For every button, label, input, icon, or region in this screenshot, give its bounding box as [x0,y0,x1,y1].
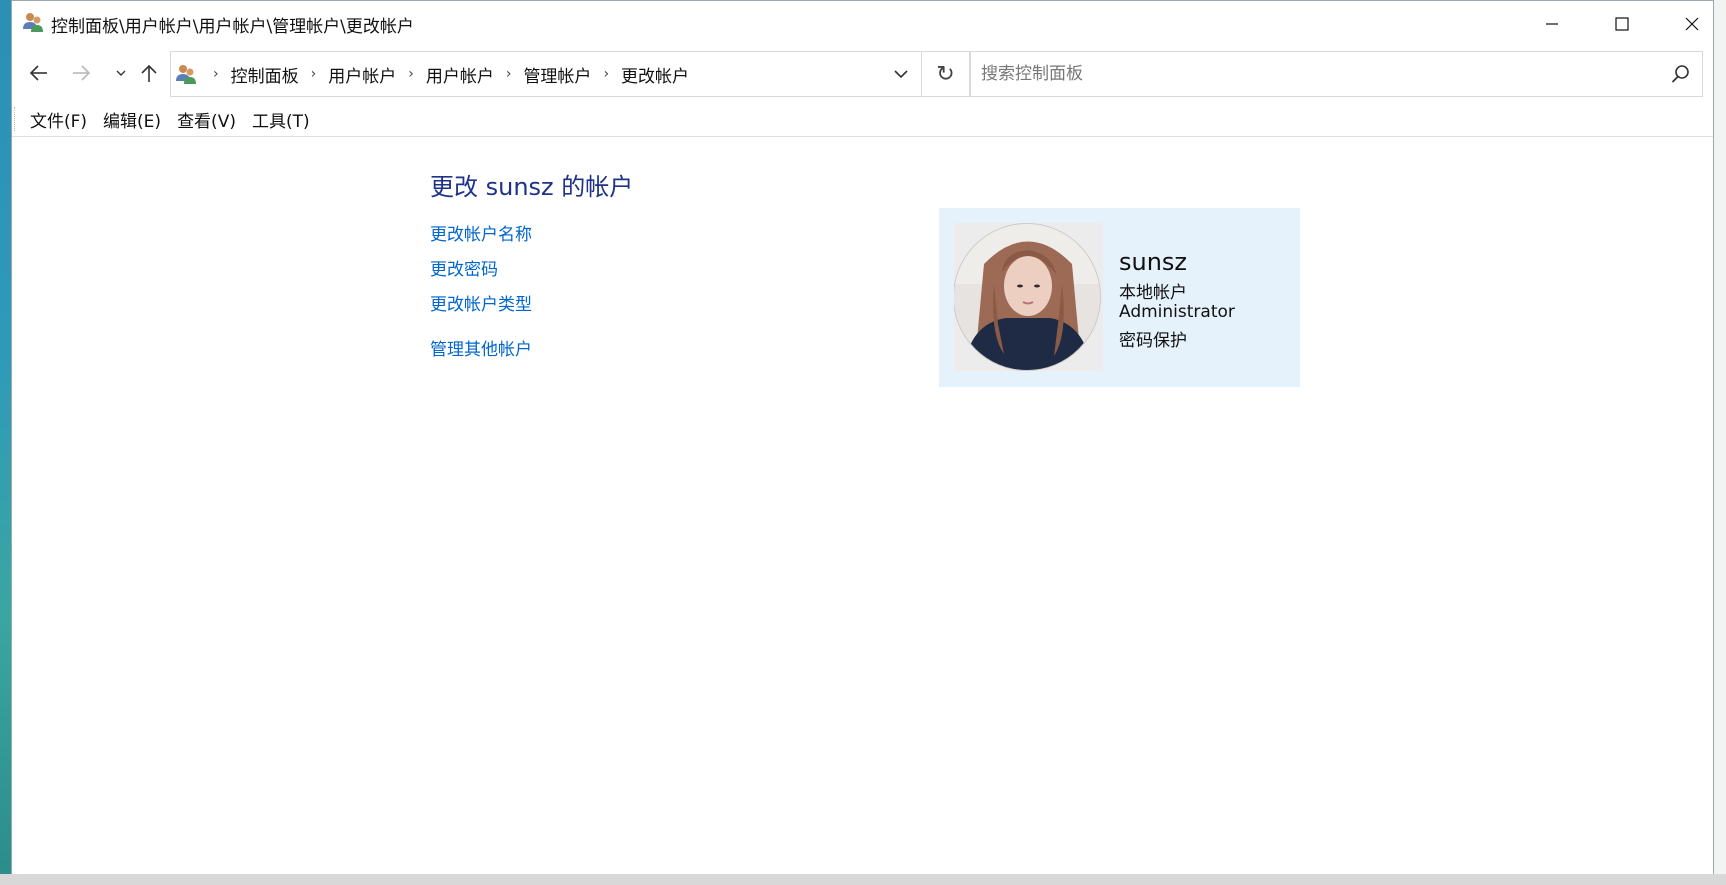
minimize-button[interactable] [1517,1,1587,46]
page-title: 更改 sunsz 的帐户 [430,173,634,201]
account-role: Administrator [1119,302,1235,322]
breadcrumb-separator[interactable]: › [213,66,219,82]
breadcrumb-item[interactable]: 用户帐户 [426,62,494,87]
taskbar-edge [0,874,1726,885]
account-name: sunsz [1119,248,1188,276]
refresh-button[interactable]: ↻ [921,52,969,96]
account-type: 本地帐户 [1119,283,1187,303]
control-panel-window: 控制面板\用户帐户\用户帐户\管理帐户\更改帐户 › 控制面板 › 用户帐户 ›… [11,0,1714,874]
back-button[interactable] [24,58,54,88]
users-icon [175,63,197,85]
password-status: 密码保护 [1119,331,1187,351]
menu-file[interactable]: 文件(F) [30,107,87,132]
avatar-frame [954,223,1103,371]
recent-dropdown-icon [116,70,126,76]
breadcrumb-item[interactable]: 控制面板 [231,62,299,87]
forward-arrow-icon [73,65,91,81]
chevron-down-icon [894,70,908,79]
menu-edit[interactable]: 编辑(E) [103,107,161,132]
forward-button[interactable] [66,58,96,88]
back-arrow-icon [29,65,47,81]
close-icon [1685,17,1699,30]
account-card: sunsz 本地帐户 Administrator 密码保护 [939,208,1300,387]
navigation-bar: › 控制面板 › 用户帐户 › 用户帐户 › 管理帐户 › 更改帐户 ↻ [12,46,1713,102]
window-title: 控制面板\用户帐户\用户帐户\管理帐户\更改帐户 [51,17,414,37]
refresh-icon: ↻ [936,61,955,87]
menu-grip [14,107,18,131]
breadcrumb-item-current[interactable]: 更改帐户 [621,62,689,87]
up-arrow-icon [141,64,157,82]
maximize-button[interactable] [1587,1,1657,46]
breadcrumb-separator[interactable]: › [603,66,609,82]
up-button[interactable] [136,58,162,88]
change-account-name-link[interactable]: 更改帐户名称 [430,220,532,245]
breadcrumb-separator[interactable]: › [506,66,512,82]
breadcrumb-separator[interactable]: › [408,66,414,82]
users-icon [22,11,44,33]
menu-tools[interactable]: 工具(T) [252,107,310,132]
breadcrumb-item[interactable]: 管理帐户 [523,62,591,87]
title-bar: 控制面板\用户帐户\用户帐户\管理帐户\更改帐户 [12,1,1713,46]
maximize-icon [1615,16,1629,31]
desktop-right-edge [1714,0,1726,885]
avatar [954,223,1101,371]
search-icon[interactable] [1671,64,1691,84]
search-box[interactable] [970,51,1703,97]
address-dropdown-button[interactable] [881,52,921,96]
manage-other-accounts-link[interactable]: 管理其他帐户 [430,335,532,360]
breadcrumb-item[interactable]: 用户帐户 [328,62,396,87]
search-input[interactable] [971,52,1671,96]
menu-view[interactable]: 查看(V) [177,107,236,132]
close-button[interactable] [1657,1,1726,46]
recent-locations-button[interactable] [112,58,130,88]
menu-bar: 文件(F) 编辑(E) 查看(V) 工具(T) [12,102,1713,137]
change-account-type-link[interactable]: 更改帐户类型 [430,290,532,315]
address-bar[interactable]: › 控制面板 › 用户帐户 › 用户帐户 › 管理帐户 › 更改帐户 ↻ [170,51,970,97]
change-password-link[interactable]: 更改密码 [430,255,498,280]
breadcrumb: › 控制面板 › 用户帐户 › 用户帐户 › 管理帐户 › 更改帐户 [201,52,689,96]
breadcrumb-separator[interactable]: › [311,66,317,82]
minimize-icon [1546,22,1558,25]
main-content: 更改 sunsz 的帐户 更改帐户名称 更改密码 更改帐户类型 管理其他帐户 s… [12,137,1713,874]
